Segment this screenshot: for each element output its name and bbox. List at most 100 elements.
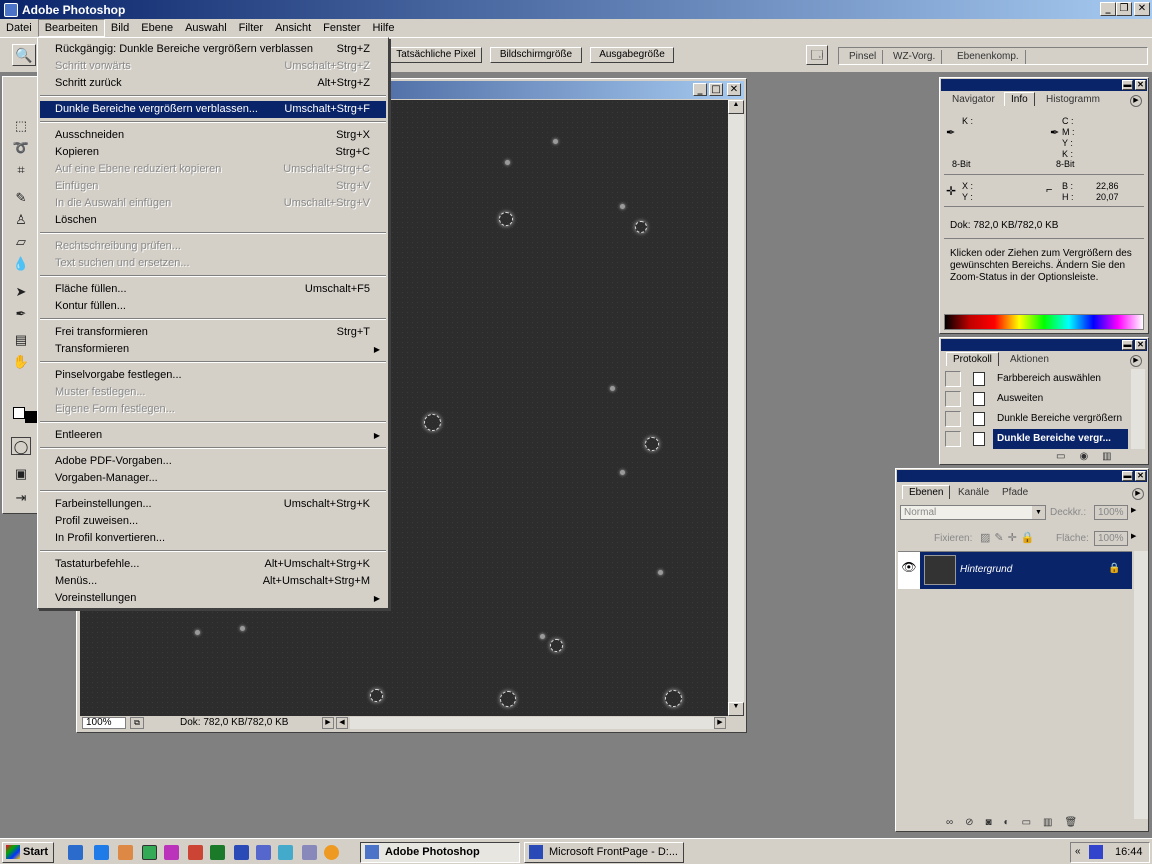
layer-action-icons[interactable]: ∞⊘◙◐▭▥🗑	[946, 817, 1089, 828]
edit-menu-item[interactable]: Tastaturbefehle... Alt+Umschalt+Strg+K	[40, 556, 386, 573]
history-snapshot-box[interactable]	[945, 411, 961, 427]
word-icon[interactable]	[234, 845, 249, 860]
jump-to-imageready-icon[interactable]: ⇥	[11, 489, 31, 507]
desktop-icon[interactable]	[142, 845, 157, 860]
edit-menu-item[interactable]: Kopieren Strg+C	[40, 144, 386, 161]
chevron-down-icon[interactable]: ▼	[1032, 506, 1045, 519]
foreground-color-swatch[interactable]	[25, 411, 37, 423]
visibility-eye-icon[interactable]: 👁	[900, 560, 918, 580]
edit-menu-item[interactable]: Adobe PDF-Vorgaben...	[40, 453, 386, 470]
eraser-tool-icon[interactable]: ▱	[11, 233, 31, 251]
history-item-current[interactable]: Dunkle Bereiche vergr...	[945, 429, 1128, 449]
menu-datei[interactable]: Datei	[0, 19, 38, 37]
task-photoshop[interactable]: Adobe Photoshop	[360, 842, 520, 863]
tab-channels[interactable]: Kanäle	[952, 486, 995, 500]
edit-menu-item[interactable]: Löschen	[40, 212, 386, 229]
panel-menu-icon[interactable]: ▶	[1130, 355, 1142, 367]
quick-mask-icon[interactable]: ◯	[11, 437, 31, 455]
edit-menu-item[interactable]: Muster festlegen...	[40, 384, 386, 401]
edit-menu-item[interactable]: Rückgängig: Dunkle Bereiche vergrößern v…	[40, 41, 386, 58]
opacity-arrow-icon[interactable]: ▶	[1131, 506, 1136, 514]
close-button[interactable]: ✕	[1134, 2, 1150, 16]
tab-histogram[interactable]: Histogramm	[1040, 93, 1106, 107]
fit-screen-button[interactable]: Bildschirmgröße	[490, 47, 582, 63]
panel-minimize-button[interactable]: ▬	[1122, 340, 1133, 350]
opacity-field[interactable]: 100%	[1094, 505, 1128, 520]
well-tab-tool-presets[interactable]: WZ-Vorg.	[887, 50, 943, 64]
doc-vertical-scrollbar[interactable]: ▲ ▼	[728, 100, 744, 716]
path-selection-icon[interactable]: ➤	[11, 283, 31, 301]
history-item[interactable]: Ausweiten	[945, 389, 1128, 409]
history-scrollbar[interactable]	[1131, 369, 1145, 449]
panel-close-button[interactable]: ✕	[1135, 80, 1146, 90]
panel-menu-icon[interactable]: ▶	[1130, 95, 1142, 107]
healing-brush-icon[interactable]: ✎	[11, 189, 31, 207]
zoom-field[interactable]: 100%	[82, 717, 126, 729]
well-tab-brushes[interactable]: Pinsel	[843, 50, 884, 64]
menu-ebene[interactable]: Ebene	[135, 19, 179, 37]
actual-pixels-button[interactable]: Tatsächliche Pixel	[390, 47, 482, 63]
history-snapshot-box[interactable]	[945, 371, 961, 387]
doc-close-button[interactable]: ✕	[727, 83, 741, 96]
layers-scrollbar[interactable]	[1134, 551, 1148, 819]
edit-menu-item[interactable]: Voreinstellungen ▶	[40, 590, 386, 607]
browser-icon[interactable]	[118, 845, 133, 860]
app-icon[interactable]	[302, 845, 317, 860]
scroll-left-icon[interactable]: ◀	[336, 717, 348, 729]
onenote-icon[interactable]	[256, 845, 271, 860]
tab-navigator[interactable]: Navigator	[946, 93, 1001, 107]
layer-name[interactable]: Hintergrund	[960, 564, 1012, 575]
menu-bearbeiten[interactable]: Bearbeiten	[37, 19, 105, 37]
edit-menu-item[interactable]: Vorgaben-Manager...	[40, 470, 386, 487]
menu-ansicht[interactable]: Ansicht	[269, 19, 317, 37]
well-tab-layer-comps[interactable]: Ebenenkomp.	[951, 50, 1026, 64]
panel-minimize-button[interactable]: ▬	[1122, 80, 1133, 90]
scroll-right-icon[interactable]: ▶	[714, 717, 726, 729]
edit-menu-item[interactable]: Farbeinstellungen... Umschalt+Strg+K	[40, 496, 386, 513]
quicklaunch-icon[interactable]	[68, 845, 83, 860]
history-item[interactable]: Farbbereich auswählen	[945, 369, 1128, 389]
tab-paths[interactable]: Pfade	[996, 486, 1034, 500]
status-arrow-icon[interactable]: ▶	[322, 717, 334, 729]
tab-actions[interactable]: Aktionen	[1004, 353, 1055, 367]
menu-filter[interactable]: Filter	[233, 19, 269, 37]
doc-horizontal-scrollbar[interactable]	[350, 717, 714, 729]
scroll-down-icon[interactable]: ▼	[728, 702, 744, 716]
fill-field[interactable]: 100%	[1094, 531, 1128, 546]
history-action-icons[interactable]: ▭◉▥	[1056, 451, 1126, 462]
blend-mode-select[interactable]: Normal	[900, 505, 1046, 520]
network-icon[interactable]	[1089, 845, 1103, 859]
start-button[interactable]: Start	[2, 842, 54, 863]
menu-fenster[interactable]: Fenster	[317, 19, 366, 37]
pen-tool-icon[interactable]: ✒	[11, 305, 31, 323]
stamp-tool-icon[interactable]: ♙	[11, 211, 31, 229]
edit-menu-item[interactable]: In Profil konvertieren...	[40, 530, 386, 547]
panel-close-button[interactable]: ✕	[1135, 471, 1146, 481]
lasso-tool-icon[interactable]: ➰	[11, 139, 31, 157]
blur-tool-icon[interactable]: 💧	[11, 255, 31, 273]
internet-explorer-icon[interactable]	[94, 845, 109, 860]
panel-close-button[interactable]: ✕	[1135, 340, 1146, 350]
edit-menu-item[interactable]: Kontur füllen...	[40, 298, 386, 315]
status-menu-icon[interactable]: ⧉	[130, 717, 144, 729]
edit-menu-item[interactable]: Text suchen und ersetzen...	[40, 255, 386, 272]
tab-info[interactable]: Info	[1004, 92, 1035, 106]
notes-tool-icon[interactable]: ▤	[11, 331, 31, 349]
marquee-tool-icon[interactable]: ⬚	[11, 117, 31, 135]
history-item[interactable]: Dunkle Bereiche vergrößern	[945, 409, 1128, 429]
edit-menu-item[interactable]: Rechtschreibung prüfen...	[40, 238, 386, 255]
hand-tool-icon[interactable]: ✋	[11, 353, 31, 371]
excel-icon[interactable]	[210, 845, 225, 860]
crop-tool-icon[interactable]: ⌗	[11, 161, 31, 179]
edit-menu-item[interactable]: Dunkle Bereiche vergrößern verblassen...…	[40, 101, 386, 118]
powerpoint-icon[interactable]	[188, 845, 203, 860]
doc-maximize-button[interactable]: □	[709, 83, 723, 96]
layer-row[interactable]: 👁 Hintergrund 🔒	[898, 551, 1132, 589]
history-snapshot-box[interactable]	[945, 431, 961, 447]
tray-expand-icon[interactable]: «	[1075, 846, 1081, 857]
minimize-button[interactable]: _	[1100, 2, 1116, 16]
edit-menu-item[interactable]: Eigene Form festlegen...	[40, 401, 386, 418]
print-size-button[interactable]: Ausgabegröße	[590, 47, 674, 63]
edit-menu-item[interactable]: Auf eine Ebene reduziert kopieren Umschal…	[40, 161, 386, 178]
panel-menu-icon[interactable]: ▶	[1132, 488, 1144, 500]
